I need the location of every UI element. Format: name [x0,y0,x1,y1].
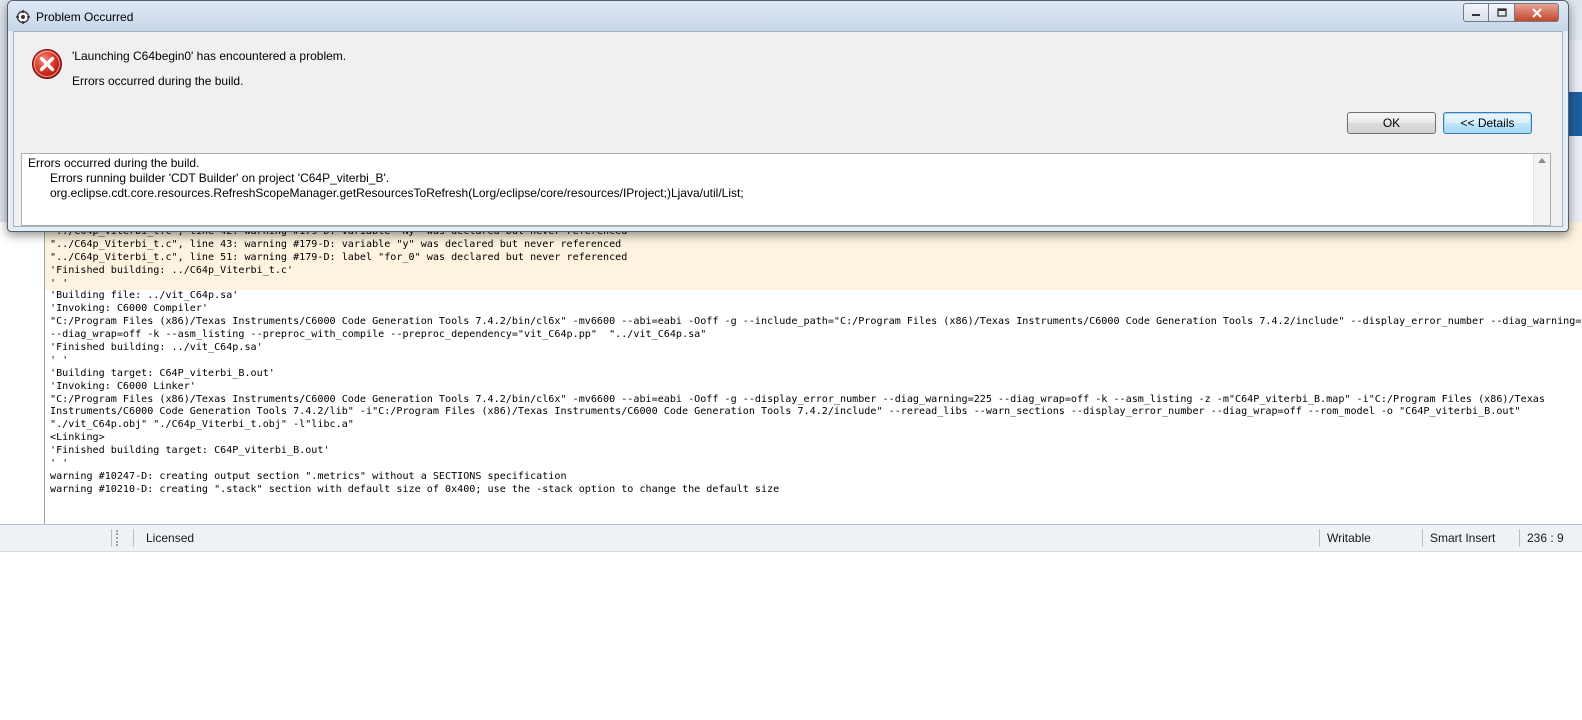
eclipse-window-icon [16,10,30,24]
dialog-titlebar[interactable]: Problem Occurred [8,1,1568,31]
console-line: 'Building file: ../vit_C64p.sa' [50,290,239,302]
cursor-position: 236 : 9 [1527,531,1564,545]
error-icon [32,49,62,79]
console-line: <Linking> [50,432,105,444]
status-drag-handle[interactable] [116,530,120,546]
dialog-client-area: 'Launching C64begin0' has encountered a … [13,31,1563,227]
console-line: ' ' [50,277,69,289]
error-sub-message: Errors occurred during the build. [72,74,244,88]
console-gutter [0,222,45,524]
minimize-button[interactable] [1463,3,1489,22]
error-message: 'Launching C64begin0' has encountered a … [72,49,347,63]
console-line: "C:/Program Files (x86)/Texas Instrument… [50,393,1545,405]
details-line: Errors occurred during the build. [28,156,200,170]
console-line: ' ' [50,354,69,366]
maximize-icon [1496,8,1507,17]
window-controls [1463,3,1559,23]
console-output: "../C64p_Viterbi_t.c", line 42: warning … [50,226,1582,497]
console-line: warning #10210-D: creating ".stack" sect… [50,483,780,495]
details-text-area[interactable]: Errors occurred during the build. Errors… [21,153,1551,226]
console-line: "./vit_C64p.obj" "./C64p_Viterbi_t.obj" … [50,419,354,431]
maximize-button[interactable] [1489,3,1515,22]
console-line: "../C64p_Viterbi_t.c", line 43: warning … [50,238,622,250]
status-separator [133,529,134,547]
console-line: "../C64p_Viterbi_t.c", line 51: warning … [50,251,628,263]
console-line: 'Invoking: C6000 Linker' [50,380,196,392]
insert-mode-status: Smart Insert [1430,531,1496,545]
writable-status: Writable [1327,531,1371,545]
console-line: 'Finished building: ../vit_C64p.sa' [50,342,263,354]
scroll-up-icon[interactable] [1538,158,1546,163]
console-line: 'Invoking: C6000 Compiler' [50,303,209,315]
status-separator [1319,529,1320,547]
console-line: Instruments/C6000 Code Generation Tools … [50,406,1521,418]
console-line: 'Building target: C64P_viterbi_B.out' [50,367,275,379]
build-console[interactable]: "../C64p_Viterbi_t.c", line 42: warning … [0,222,1582,524]
console-line: warning #10247-D: creating output sectio… [50,470,567,482]
status-separator [1422,529,1423,547]
close-button[interactable] [1515,3,1559,22]
status-bar: Licensed Writable Smart Insert 236 : 9 [0,524,1582,552]
license-status: Licensed [146,531,195,545]
status-separator [111,529,112,547]
ok-button[interactable]: OK [1347,112,1436,134]
status-separator [1519,529,1520,547]
console-line: 'Finished building target: C64P_viterbi_… [50,445,330,457]
details-scrollbar[interactable] [1533,154,1550,225]
problem-occurred-dialog: Problem Occurred 'Launching C64begin0' h… [7,0,1569,232]
dialog-title: Problem Occurred [36,10,134,24]
minimize-icon [1472,13,1480,16]
console-line: --diag_wrap=off -k --asm_listing --prepr… [50,329,707,341]
console-line: 'Finished building: ../C64p_Viterbi_t.c' [50,264,294,276]
close-icon [1531,7,1542,18]
details-button[interactable]: << Details [1443,112,1532,134]
console-line: "C:/Program Files (x86)/Texas Instrument… [50,316,1582,328]
details-line: Errors running builder 'CDT Builder' on … [50,171,390,185]
console-line: ' ' [50,458,69,470]
details-line: org.eclipse.cdt.core.resources.RefreshSc… [50,186,744,200]
